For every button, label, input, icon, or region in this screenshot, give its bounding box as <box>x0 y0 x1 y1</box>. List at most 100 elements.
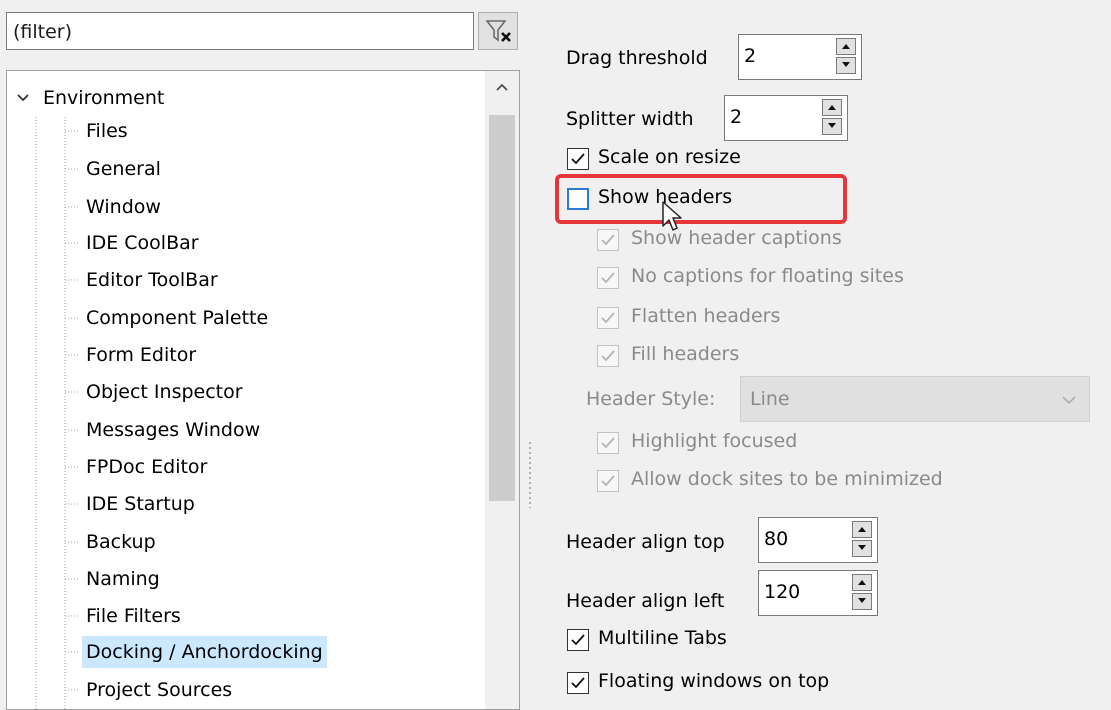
tree-item-label: Form Editor <box>86 344 197 366</box>
tree-root-environment[interactable]: Environment <box>15 83 164 113</box>
show-header-captions-checkbox[interactable] <box>597 229 619 251</box>
show-headers-checkbox[interactable] <box>567 188 589 210</box>
triangle-down-icon <box>858 545 866 550</box>
triangle-up-icon <box>842 44 850 49</box>
checkmark-icon <box>601 312 615 324</box>
checkmark-icon <box>601 475 615 487</box>
spin-up-button[interactable] <box>836 38 856 55</box>
header-align-left-spinner[interactable]: 120 <box>758 570 878 616</box>
options-tree[interactable]: Environment Files General Window IDE Coo… <box>6 70 520 710</box>
tree-item-label: Messages Window <box>86 419 261 441</box>
flatten-headers-label[interactable]: Flatten headers <box>631 305 780 327</box>
scale-on-resize-checkbox[interactable] <box>567 148 589 170</box>
spin-up-button[interactable] <box>852 521 872 538</box>
tree-item-object-inspector[interactable]: Object Inspector <box>82 376 247 408</box>
multiline-tabs-checkbox[interactable] <box>567 629 589 651</box>
tree-item-label: Component Palette <box>86 307 269 329</box>
spin-down-button[interactable] <box>852 593 872 610</box>
chevron-down-icon <box>1062 396 1076 405</box>
tree-item-messages-window[interactable]: Messages Window <box>82 414 264 446</box>
checkmark-icon <box>601 350 615 362</box>
splitter-width-label: Splitter width <box>566 108 694 130</box>
tree-item-label: IDE Startup <box>86 493 195 515</box>
header-align-top-spinner[interactable]: 80 <box>758 517 878 563</box>
tree-item-label: Project Sources <box>86 679 233 701</box>
fill-headers-checkbox[interactable] <box>597 345 619 367</box>
tree-item-project-sources[interactable]: Project Sources <box>82 674 236 706</box>
checkmark-icon <box>571 677 585 689</box>
chevron-down-icon <box>17 94 29 102</box>
header-align-top-value: 80 <box>764 528 789 550</box>
filter-clear-icon <box>485 20 511 42</box>
clear-filter-button[interactable] <box>478 12 518 50</box>
splitter-width-spinner[interactable]: 2 <box>724 95 848 141</box>
checkmark-icon <box>571 153 585 165</box>
floating-windows-on-top-label[interactable]: Floating windows on top <box>598 670 829 692</box>
no-captions-floating-label[interactable]: No captions for floating sites <box>631 265 904 287</box>
checkmark-icon <box>601 437 615 449</box>
scale-on-resize-label[interactable]: Scale on resize <box>598 146 741 168</box>
allow-minimize-label[interactable]: Allow dock sites to be minimized <box>631 468 943 490</box>
flatten-headers-checkbox[interactable] <box>597 307 619 329</box>
tree-item-label: IDE CoolBar <box>86 232 199 254</box>
tree-item-label: General <box>86 158 161 180</box>
filter-placeholder: (filter) <box>13 21 73 43</box>
fill-headers-label[interactable]: Fill headers <box>631 343 739 365</box>
tree-item-backup[interactable]: Backup <box>82 526 160 558</box>
triangle-down-icon <box>858 598 866 603</box>
triangle-down-icon <box>828 123 836 128</box>
checkmark-icon <box>601 234 615 246</box>
tree-item-label: File Filters <box>86 605 181 627</box>
tree-item-ide-coolbar[interactable]: IDE CoolBar <box>82 227 203 259</box>
splitter-width-value: 2 <box>730 106 743 128</box>
drag-threshold-value: 2 <box>744 45 757 67</box>
splitter-grip[interactable] <box>528 442 532 508</box>
scroll-up-icon[interactable] <box>495 81 509 93</box>
filter-input[interactable]: (filter) <box>6 12 474 50</box>
tree-item-naming[interactable]: Naming <box>82 563 164 595</box>
triangle-down-icon <box>842 62 850 67</box>
triangle-up-icon <box>858 527 866 532</box>
highlight-focused-label[interactable]: Highlight focused <box>631 430 797 452</box>
tree-scrollbar[interactable] <box>485 71 519 709</box>
tree-item-window[interactable]: Window <box>82 191 165 223</box>
tree-item-label: Files <box>86 120 128 142</box>
tree-item-label: Window <box>86 196 161 218</box>
triangle-up-icon <box>828 105 836 110</box>
tree-item-label: FPDoc Editor <box>86 456 208 478</box>
multiline-tabs-label[interactable]: Multiline Tabs <box>598 627 727 649</box>
spin-down-button[interactable] <box>836 57 856 74</box>
scroll-thumb[interactable] <box>489 115 515 501</box>
tree-item-form-editor[interactable]: Form Editor <box>82 339 200 371</box>
header-align-left-value: 120 <box>764 581 801 603</box>
tree-item-ide-startup[interactable]: IDE Startup <box>82 488 199 520</box>
no-captions-floating-checkbox[interactable] <box>597 267 619 289</box>
tree-item-fpdoc-editor[interactable]: FPDoc Editor <box>82 451 211 483</box>
tree-item-editor-toolbar[interactable]: Editor ToolBar <box>82 264 222 296</box>
tree-item-files[interactable]: Files <box>82 115 132 147</box>
tree-item-file-filters[interactable]: File Filters <box>82 600 185 632</box>
spin-up-button[interactable] <box>852 574 872 591</box>
drag-threshold-spinner[interactable]: 2 <box>738 34 862 80</box>
checkmark-icon <box>601 272 615 284</box>
show-header-captions-label[interactable]: Show header captions <box>631 227 842 249</box>
tree-item-label: Backup <box>86 531 156 553</box>
drag-threshold-label: Drag threshold <box>566 47 708 69</box>
spin-down-button[interactable] <box>852 540 872 557</box>
tree-item-label: Docking / Anchordocking <box>86 641 323 663</box>
floating-windows-on-top-checkbox[interactable] <box>567 672 589 694</box>
spin-down-button[interactable] <box>822 118 842 135</box>
allow-minimize-checkbox[interactable] <box>597 470 619 492</box>
tree-item-label: Editor ToolBar <box>86 269 218 291</box>
header-style-select[interactable]: Line <box>740 376 1090 422</box>
header-align-top-label: Header align top <box>566 531 725 553</box>
checkmark-icon <box>571 634 585 646</box>
tree-guide-lines <box>35 117 79 709</box>
highlight-focused-checkbox[interactable] <box>597 432 619 454</box>
header-style-value: Line <box>750 388 790 410</box>
spin-up-button[interactable] <box>822 99 842 116</box>
tree-item-component-palette[interactable]: Component Palette <box>82 302 272 334</box>
tree-item-docking-anchordocking[interactable]: Docking / Anchordocking <box>82 636 327 668</box>
tree-root-label: Environment <box>43 87 165 109</box>
tree-item-general[interactable]: General <box>82 153 165 185</box>
